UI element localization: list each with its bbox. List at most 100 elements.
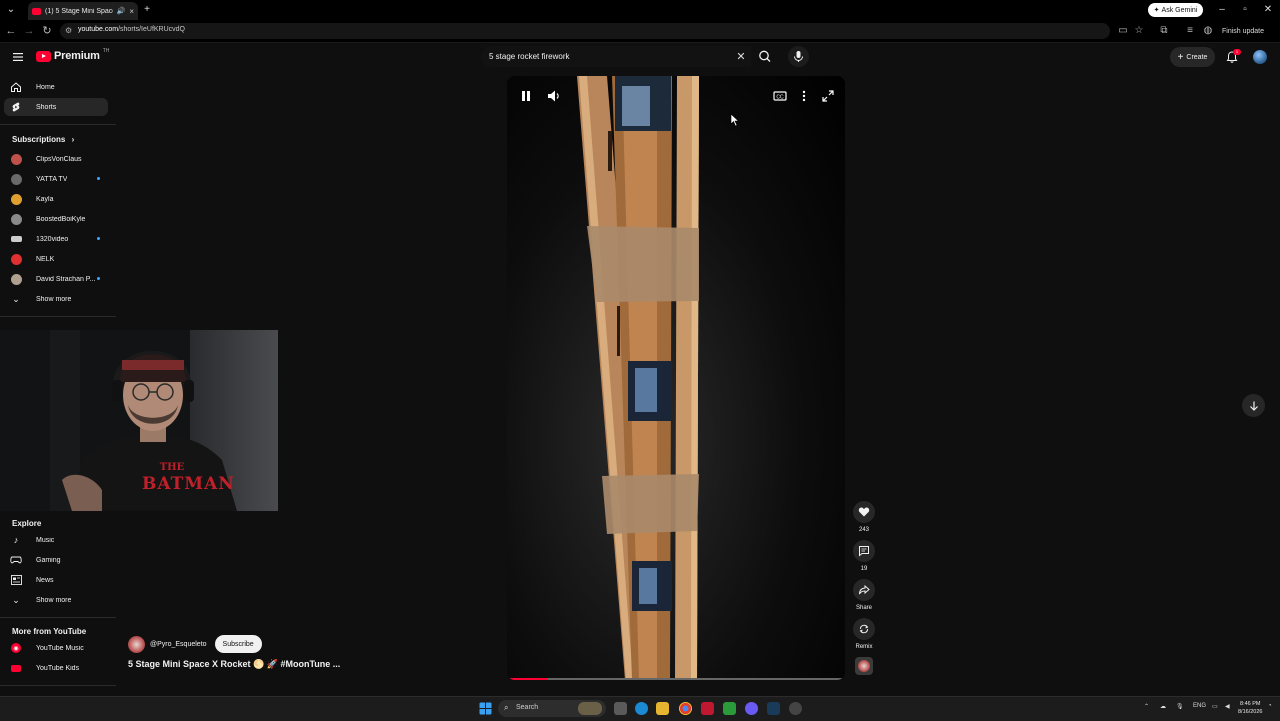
sidebar-item-subscription[interactable]: ClipsVonClaus	[4, 150, 108, 168]
site-info-icon[interactable]: ⚙	[65, 26, 72, 35]
minimize-icon[interactable]: –	[1215, 4, 1229, 16]
notifications-icon[interactable]: ◔	[1268, 703, 1272, 709]
sidebar-item-youtube-music[interactable]: ◉ YouTube Music	[4, 639, 108, 657]
shorts-video-player[interactable]: CC	[507, 76, 845, 680]
language-indicator[interactable]: ENG	[1193, 703, 1206, 709]
channel-avatar[interactable]	[128, 635, 145, 653]
subscribe-button[interactable]: Subscribe	[214, 635, 262, 653]
extensions-icon[interactable]: ⧉	[1158, 25, 1170, 37]
more-options-icon[interactable]	[796, 88, 812, 104]
bookmark-star-icon[interactable]: ☆	[1133, 25, 1145, 37]
original-sound-thumbnail[interactable]	[855, 657, 873, 675]
remix-button[interactable]	[853, 618, 875, 640]
app-icon[interactable]	[701, 702, 714, 715]
reload-icon[interactable]: ↻	[41, 25, 53, 37]
sidebar-item-news[interactable]: News	[4, 571, 108, 589]
comments-button[interactable]	[853, 540, 875, 562]
show-more-explore-button[interactable]: ⌄ Show more	[4, 591, 108, 609]
sidebar-item-gaming[interactable]: Gaming	[4, 551, 108, 569]
create-button[interactable]: + Create	[1170, 47, 1215, 67]
cast-icon[interactable]: ▭	[1117, 25, 1129, 37]
channel-avatar	[10, 273, 22, 285]
channel-handle[interactable]: @Pyro_Esqueleto	[150, 641, 207, 648]
sidebar-item-label: Shorts	[36, 103, 57, 111]
sidebar-item-subscription[interactable]: BoostedBoiKyle	[4, 210, 108, 228]
tab-close-icon[interactable]: ×	[129, 7, 134, 16]
sidebar-item-youtube-kids[interactable]: YouTube Kids	[4, 659, 108, 677]
steam-icon[interactable]	[767, 702, 780, 715]
tab-list-icon[interactable]: ⌄	[4, 4, 18, 16]
sidebar-item-subscription[interactable]: NELK	[4, 250, 108, 268]
subscription-label: BoostedBoiKyle	[36, 215, 86, 223]
address-bar[interactable]: ⚙ youtube.com/shorts/IeUfKRUcvdQ	[60, 23, 1110, 39]
tab-audio-icon[interactable]: 🔊	[117, 7, 126, 15]
sparkle-icon: ✦	[1153, 7, 1160, 14]
show-more-subscriptions-button[interactable]: ⌄ Show more	[4, 290, 108, 308]
gaming-icon	[10, 556, 22, 564]
youtube-logo-icon	[36, 50, 51, 62]
voice-search-button[interactable]	[788, 46, 809, 67]
taskbar-search-box[interactable]: ⌕ Search	[498, 700, 606, 717]
clear-search-icon[interactable]: ✕	[735, 51, 747, 63]
speaker-icon[interactable]: ◀	[1225, 703, 1230, 710]
channel-avatar	[10, 193, 22, 205]
next-short-button[interactable]	[1242, 394, 1265, 417]
tray-mic-icon[interactable]: 🎙	[1176, 703, 1184, 710]
account-avatar[interactable]	[1253, 50, 1267, 64]
share-label: Share	[855, 605, 872, 611]
task-view-icon[interactable]	[614, 702, 627, 715]
heart-icon	[858, 507, 870, 517]
captions-icon[interactable]: CC	[772, 88, 788, 104]
maximize-icon[interactable]: ▫	[1238, 4, 1252, 16]
file-explorer-icon[interactable]	[656, 702, 669, 715]
discord-icon[interactable]	[745, 702, 758, 715]
obs-icon[interactable]	[789, 702, 802, 715]
sidebar-item-shorts[interactable]: Shorts	[4, 98, 108, 116]
search-input[interactable]: 5 stage rocket firework	[481, 46, 751, 67]
search-button[interactable]	[754, 46, 776, 67]
tray-overflow-icon[interactable]: ⌃	[1144, 703, 1149, 710]
sidebar-item-subscription[interactable]: YATTA TV	[4, 170, 108, 188]
sidebar-item-label: Home	[36, 83, 55, 91]
sidebar-item-label: YouTube Kids	[36, 664, 80, 672]
ask-gemini-button[interactable]: ✦ Ask Gemini	[1148, 3, 1203, 17]
video-progress-bar[interactable]	[507, 678, 845, 680]
finish-update-button[interactable]: Finish update	[1220, 24, 1266, 38]
taskbar-clock[interactable]: 8:46 PM 8/16/2026	[1238, 700, 1262, 716]
media-controls-icon[interactable]: ≡	[1184, 25, 1196, 37]
sidebar-item-label: News	[36, 576, 54, 584]
youtube-masthead: Premium TH 5 stage rocket firework	[0, 42, 1280, 72]
tray-app-icon[interactable]: ☁	[1160, 703, 1166, 710]
sidebar-item-music[interactable]: ♪ Music	[4, 531, 108, 549]
subscriptions-heading[interactable]: Subscriptions ›	[12, 135, 74, 144]
share-button[interactable]	[853, 579, 875, 601]
profile-icon[interactable]: ◍	[1202, 25, 1214, 37]
pause-icon[interactable]	[518, 88, 534, 104]
sidebar-item-subscription[interactable]: Kayla	[4, 190, 108, 208]
shirt-print: THE BATMAN	[142, 460, 234, 493]
volume-icon[interactable]	[545, 88, 561, 104]
youtube-premium-logo[interactable]: Premium TH	[36, 48, 109, 62]
windows-start-icon[interactable]	[479, 702, 492, 715]
back-icon[interactable]: ←	[5, 25, 17, 37]
sidebar-item-subscription[interactable]: 1320video	[4, 230, 108, 248]
comment-icon	[859, 546, 869, 557]
forward-icon[interactable]: →	[23, 25, 35, 37]
fullscreen-icon[interactable]	[820, 88, 836, 104]
like-button[interactable]	[853, 501, 875, 523]
sidebar-item-label: Music	[36, 536, 55, 544]
remix-label: Remix	[855, 644, 873, 650]
edge-browser-icon[interactable]	[635, 702, 648, 715]
sidebar-item-subscription[interactable]: David Strachan P...	[4, 270, 108, 288]
network-icon[interactable]: ▭	[1212, 703, 1218, 710]
xbox-icon[interactable]	[723, 702, 736, 715]
browser-tab[interactable]: (1) 5 Stage Mini Space X Ro... 🔊 ×	[28, 2, 138, 20]
chrome-icon[interactable]	[679, 702, 692, 715]
sidebar-item-home[interactable]: Home	[4, 78, 108, 96]
search-icon: ⌕	[504, 703, 509, 712]
browser-tab-bar: ⌄ (1) 5 Stage Mini Space X Ro... 🔊 × + ✦…	[0, 0, 1280, 20]
short-title[interactable]: 5 Stage Mini Space X Rocket 🌕 🚀 #MoonTun…	[128, 659, 340, 670]
menu-icon[interactable]	[12, 51, 24, 63]
new-tab-icon[interactable]: +	[140, 4, 154, 16]
window-close-icon[interactable]: ✕	[1261, 4, 1275, 16]
